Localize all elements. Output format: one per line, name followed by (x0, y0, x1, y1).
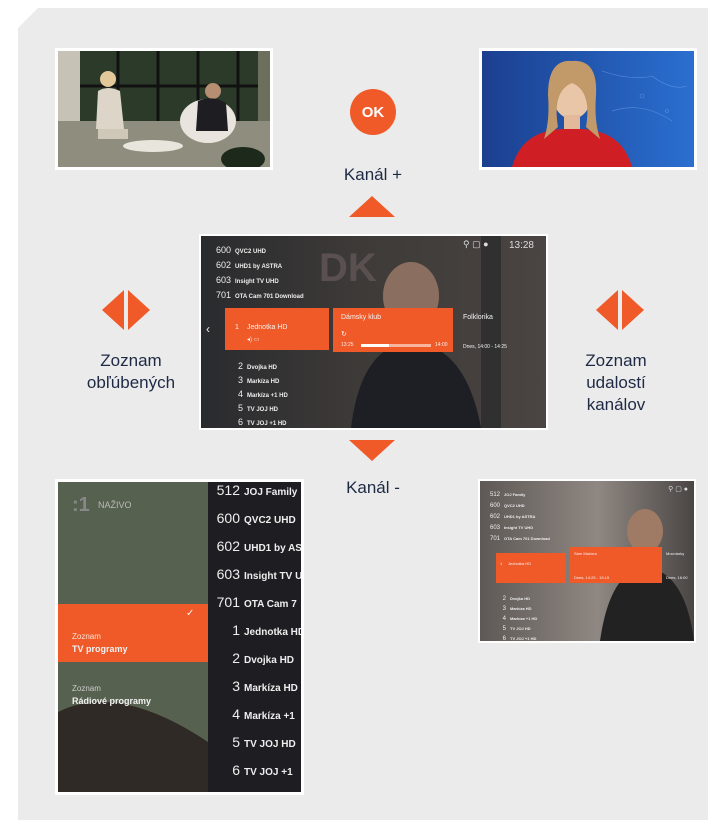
screenshot-studio (55, 48, 273, 170)
channel-name: TV JOJ +1 HD (510, 636, 537, 641)
channel-number: 600 (215, 245, 231, 255)
channel-row[interactable]: 6 TV JOJ +1 (210, 762, 293, 780)
channel-number: 603 (215, 275, 231, 285)
channel-name: OTA Cam 7 (244, 599, 297, 610)
channel-row[interactable]: 701 OTA Cam 701 Download (486, 527, 550, 545)
br-selected-num: 1 (500, 561, 503, 566)
br-selected-name: Jednotka HD (508, 561, 532, 566)
program-end: 14:00 (435, 342, 448, 348)
channel-row[interactable]: 6 TV JOJ +1 HD (229, 412, 287, 428)
screenshot-channel-list: DK 13:28 ⚲ ▢ ● 600 QVC2 UHD 602 UHD1 by AST… (199, 234, 548, 430)
channel-name: OTA Cam 701 Download (504, 536, 550, 541)
screenshot-news (479, 48, 697, 170)
channel-number: 603 (216, 566, 240, 582)
ok-button-icon: OK (350, 89, 396, 135)
progress-bar (361, 344, 431, 347)
studio-scene (58, 51, 270, 167)
tv-list-option-l2: TV programy (72, 644, 128, 654)
selected-channel-name: Jednotka HD (247, 324, 288, 331)
triangle-down-icon (349, 440, 395, 461)
br-selected-card[interactable] (496, 553, 566, 583)
channel-number: 701 (215, 290, 231, 300)
channel-number: 701 (216, 594, 240, 610)
channel-name: OTA Cam 701 Download (235, 294, 304, 300)
channel-name: Jednotka HD (244, 627, 304, 638)
channel-number: 602 (215, 260, 231, 270)
br-next-program: Mocniarky (666, 551, 685, 556)
channel-row[interactable]: 602 UHD1 by AS (210, 538, 302, 556)
br-next-time: Dnes, 16:00 (666, 575, 688, 580)
next-program-time: Dnes, 14:00 - 14:25 (463, 344, 507, 350)
channel-number: 1 (232, 622, 240, 638)
radio-list-option-l1[interactable]: Zoznam (72, 684, 101, 693)
next-program: Folklorika (463, 314, 493, 321)
favorites-label-line2: obľúbených (86, 373, 176, 392)
channel-number: 5 (232, 734, 240, 750)
left-right-arrow-icon (102, 290, 150, 330)
selected-channel-num: 1 (235, 324, 239, 331)
channel-number: 6 (237, 417, 243, 427)
tv-status-icons: ⚲ ▢ ● (463, 239, 489, 249)
channel-number: 2 (232, 650, 240, 666)
live-label: NAŽIVO (98, 500, 132, 510)
screenshot-list-menu: NAŽIVO :1 512 JOJ Family 600 QVC2 UHD 602 UHD… (55, 479, 304, 795)
channel-name: UHD1 by AS (244, 543, 302, 554)
channel-name: Dvojka HD (244, 655, 295, 666)
events-label: Zoznam udalostí kanálov (566, 350, 666, 416)
left-right-arrow-icon-2 (596, 290, 644, 330)
channel-row[interactable]: 603 Insight TV U (210, 566, 303, 584)
channel-number: 4 (232, 706, 240, 722)
events-label-line1: Zoznam (585, 351, 647, 370)
favorites-label: Zoznam obľúbených (78, 350, 184, 394)
channel-up-label: Kanál + (343, 165, 403, 184)
channel-number: 701 (489, 536, 500, 542)
channel-name: TV JOJ HD (244, 739, 296, 750)
tv-logo: :1 (72, 494, 90, 516)
news-scene (482, 51, 694, 167)
channel-name: Markíza HD (244, 683, 298, 694)
channel-name: Markíza +1 (244, 711, 295, 722)
tv-list-option-l1: Zoznam (72, 632, 101, 641)
channel-name: TV JOJ +1 (244, 767, 293, 778)
selected-channel-icons: ◂) ▭ (247, 337, 260, 343)
channel-row[interactable]: 512 JOJ Family (210, 482, 298, 500)
channel-number: 512 (216, 482, 240, 498)
channel-number: 602 (216, 538, 240, 554)
channel-number: 3 (232, 678, 240, 694)
events-label-line2: udalostí (586, 373, 646, 392)
tv-status-icons-2: ⚲ ▢ ● (668, 486, 688, 493)
channel-row[interactable]: 5 TV JOJ HD (210, 734, 296, 752)
channel-down-label: Kanál - (346, 478, 400, 497)
program-start: 13:25 (341, 342, 354, 348)
chevron-left-icon[interactable]: ‹ (206, 322, 210, 336)
channel-name: Insight TV U (244, 571, 303, 582)
channel-row[interactable]: 6 TV JOJ +1 HD (496, 627, 537, 642)
center-clock: 13:28 (508, 240, 534, 251)
channel-row[interactable]: 701 OTA Cam 701 Download (211, 285, 304, 303)
br-program-time: Dnes, 14:25 - 15:15 (574, 575, 610, 580)
events-label-line3: kanálov (586, 395, 646, 414)
br-program-title: Sám Mažura (574, 551, 597, 556)
channel-name: TV JOJ +1 HD (247, 421, 287, 427)
channel-row[interactable]: 1 Jednotka HD (210, 622, 304, 640)
radio-list-option-l2[interactable]: Rádiové programy (72, 696, 151, 706)
channel-number: 6 (502, 636, 506, 642)
replay-icon: ↻ (341, 331, 347, 338)
progress-bar-fill (361, 344, 389, 347)
channel-number: 6 (232, 762, 240, 778)
channel-row[interactable]: 4 Markíza +1 (210, 706, 295, 724)
channel-name: QVC2 UHD (244, 515, 296, 526)
channel-name: JOJ Family (244, 487, 298, 498)
favorites-label-line1: Zoznam (100, 351, 162, 370)
screenshot-events: 512 JOJ Family 600 QVC2 UHD 602 UHD1 by ASTRA… (478, 479, 696, 643)
channel-row[interactable]: 600 QVC2 UHD (210, 510, 296, 528)
check-icon: ✓ (186, 608, 195, 619)
channel-number: 600 (216, 510, 240, 526)
triangle-up-icon (349, 196, 395, 217)
channel-row[interactable]: 701 OTA Cam 7 (210, 594, 297, 612)
channel-row[interactable]: 2 Dvojka HD (210, 650, 294, 668)
program-title: Dámsky klub (341, 314, 382, 321)
svg-text:DK: DK (319, 246, 377, 290)
channel-row[interactable]: 3 Markíza HD (210, 678, 298, 696)
